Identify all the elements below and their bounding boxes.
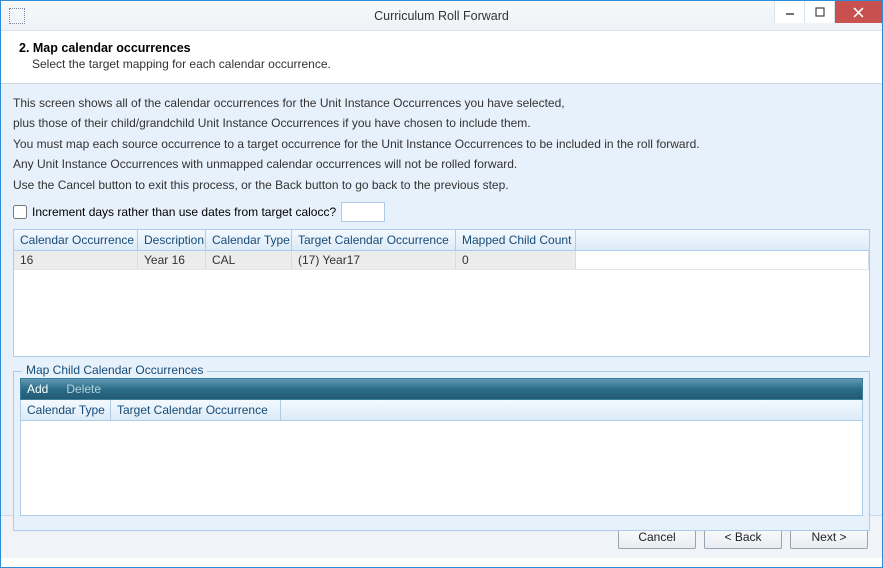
grid-header-row: Calendar Occurrence Description Calendar… bbox=[14, 230, 869, 251]
col-target-occurrence[interactable]: Target Calendar Occurrence bbox=[292, 230, 456, 250]
maximize-button[interactable] bbox=[804, 1, 834, 23]
info-line: Any Unit Instance Occurrences with unmap… bbox=[13, 157, 870, 173]
info-line: You must map each source occurrence to a… bbox=[13, 137, 870, 153]
cell-count: 0 bbox=[456, 251, 576, 269]
increment-checkbox[interactable] bbox=[13, 205, 27, 219]
close-button[interactable] bbox=[834, 1, 882, 23]
child-toolbar: Add Delete bbox=[20, 378, 863, 400]
step-subtitle: Select the target mapping for each calen… bbox=[32, 57, 864, 71]
wizard-header: 2. Map calendar occurrences Select the t… bbox=[1, 31, 882, 84]
increment-days-input[interactable] bbox=[341, 202, 385, 222]
info-line: plus those of their child/grandchild Uni… bbox=[13, 116, 870, 132]
col-child-target[interactable]: Target Calendar Occurrence bbox=[111, 400, 281, 420]
info-line: This screen shows all of the calendar oc… bbox=[13, 96, 870, 112]
occurrences-grid: Calendar Occurrence Description Calendar… bbox=[13, 229, 870, 357]
window-buttons bbox=[774, 1, 882, 23]
col-calendar-type[interactable]: Calendar Type bbox=[206, 230, 292, 250]
add-button[interactable]: Add bbox=[27, 382, 48, 396]
step-title: 2. Map calendar occurrences bbox=[19, 41, 864, 55]
col-calendar-occurrence[interactable]: Calendar Occurrence bbox=[14, 230, 138, 250]
cell-description: Year 16 bbox=[138, 251, 206, 269]
increment-label: Increment days rather than use dates fro… bbox=[32, 205, 336, 219]
info-line: Use the Cancel button to exit this proce… bbox=[13, 178, 870, 194]
child-grid: Calendar Type Target Calendar Occurrence bbox=[20, 400, 863, 516]
col-child-type[interactable]: Calendar Type bbox=[21, 400, 111, 420]
wizard-body: This screen shows all of the calendar oc… bbox=[1, 84, 882, 516]
cell-occurrence: 16 bbox=[14, 251, 138, 269]
increment-row: Increment days rather than use dates fro… bbox=[13, 202, 870, 222]
window-title: Curriculum Roll Forward bbox=[1, 9, 882, 23]
cell-type: CAL bbox=[206, 251, 292, 269]
cell-spacer bbox=[576, 251, 869, 269]
child-grid-header: Calendar Type Target Calendar Occurrence bbox=[21, 400, 862, 421]
system-icon bbox=[9, 8, 25, 24]
child-occurrences-section: Map Child Calendar Occurrences Add Delet… bbox=[13, 371, 870, 531]
minimize-button[interactable] bbox=[774, 1, 804, 23]
child-section-legend: Map Child Calendar Occurrences bbox=[22, 363, 207, 377]
col-spacer bbox=[576, 230, 869, 250]
col-spacer bbox=[281, 400, 862, 420]
title-bar: Curriculum Roll Forward bbox=[1, 1, 882, 31]
table-row[interactable]: 16 Year 16 CAL (17) Year17 0 bbox=[14, 251, 869, 270]
col-mapped-child-count[interactable]: Mapped Child Count bbox=[456, 230, 576, 250]
cell-target: (17) Year17 bbox=[292, 251, 456, 269]
col-description[interactable]: Description bbox=[138, 230, 206, 250]
delete-button[interactable]: Delete bbox=[66, 382, 101, 396]
info-text: This screen shows all of the calendar oc… bbox=[13, 96, 870, 194]
